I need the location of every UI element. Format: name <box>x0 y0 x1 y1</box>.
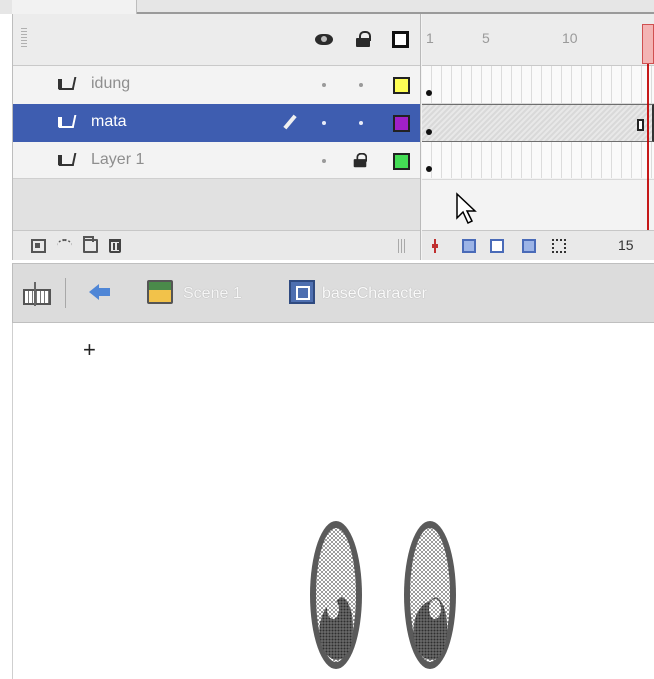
layers-toolbar <box>13 230 420 260</box>
timeline-tab[interactable] <box>12 0 137 14</box>
edit-multiple-frames-icon[interactable] <box>522 239 536 253</box>
back-arrow-icon[interactable] <box>89 284 111 300</box>
layer-icon <box>58 77 74 91</box>
mouse-pointer-icon <box>456 192 477 225</box>
eyes-artwork[interactable] <box>283 509 473 679</box>
eye-icon[interactable] <box>315 30 333 48</box>
center-frame-icon[interactable] <box>432 239 438 253</box>
frame-row-mata[interactable] <box>422 104 654 142</box>
breadcrumb-scene[interactable]: Scene 1 <box>183 285 242 303</box>
keyframe[interactable] <box>426 90 432 96</box>
registration-point: + <box>83 337 96 362</box>
edit-bar: Scene 1 baseCharacter <box>12 263 654 323</box>
layer-name: Layer 1 <box>91 151 145 168</box>
frames-toolbar: 15 <box>422 230 654 260</box>
left-eye[interactable] <box>310 521 362 669</box>
stage[interactable]: + <box>12 323 654 679</box>
frame-ruler: 1 5 10 <box>422 14 654 66</box>
divider <box>65 278 66 308</box>
visibility-dot[interactable] <box>322 83 326 87</box>
layer-row-idung[interactable]: idung <box>13 66 420 104</box>
pencil-icon <box>281 114 299 132</box>
layer-name: mata <box>91 113 127 130</box>
scene-icon[interactable] <box>147 280 173 304</box>
current-frame-number: 15 <box>618 237 634 253</box>
onion-skin-icon[interactable] <box>462 239 476 253</box>
frame-row-idung[interactable] <box>422 66 654 104</box>
lock-dot[interactable] <box>359 121 363 125</box>
new-folder-icon[interactable] <box>83 236 98 253</box>
frame-grid[interactable] <box>422 66 654 180</box>
panel-grip[interactable] <box>21 28 27 48</box>
layer-row-layer-1[interactable]: Layer 1 <box>13 142 420 180</box>
onion-skin-outlines-icon[interactable] <box>490 239 504 253</box>
layer-row-mata[interactable]: mata <box>13 104 420 142</box>
timeline-panel: idung mata Layer 1 1 5 10 15 <box>12 14 654 260</box>
right-eye[interactable] <box>404 521 456 669</box>
outline-swatch[interactable] <box>393 77 410 94</box>
modify-onion-markers-icon[interactable] <box>552 239 566 253</box>
visibility-dot[interactable] <box>322 159 326 163</box>
lock-icon[interactable] <box>353 152 368 168</box>
trash-icon[interactable] <box>109 239 121 253</box>
outline-swatch[interactable] <box>393 115 410 132</box>
breadcrumb-symbol[interactable]: baseCharacter <box>322 285 427 303</box>
layers-header <box>13 14 420 66</box>
layer-icon <box>58 115 74 129</box>
frame-row-layer-1[interactable] <box>422 142 654 180</box>
playhead-line <box>647 64 649 230</box>
panel-tab-strip <box>0 0 654 14</box>
outline-swatch[interactable] <box>393 153 410 170</box>
lock-dot[interactable] <box>359 83 363 87</box>
visibility-dot[interactable] <box>322 121 326 125</box>
keyframe[interactable] <box>426 129 432 135</box>
ruler-label: 5 <box>482 30 490 46</box>
add-motion-guide-icon[interactable] <box>57 239 72 253</box>
outline-icon[interactable] <box>391 30 409 48</box>
lock-icon[interactable] <box>354 30 372 48</box>
end-frame[interactable] <box>637 119 644 131</box>
new-layer-icon[interactable] <box>31 239 46 253</box>
ruler-label: 10 <box>562 30 578 46</box>
playhead[interactable] <box>642 24 654 64</box>
ruler-label: 1 <box>426 30 434 46</box>
symbol-icon[interactable] <box>289 280 315 304</box>
layer-icon <box>58 153 74 167</box>
toolbar-grip[interactable] <box>398 239 406 253</box>
layers-pane: idung mata Layer 1 <box>13 14 421 260</box>
timeline-toggle-icon[interactable] <box>23 282 51 306</box>
keyframe[interactable] <box>426 166 432 172</box>
layers-empty-area <box>13 178 420 230</box>
layer-name: idung <box>91 75 131 92</box>
